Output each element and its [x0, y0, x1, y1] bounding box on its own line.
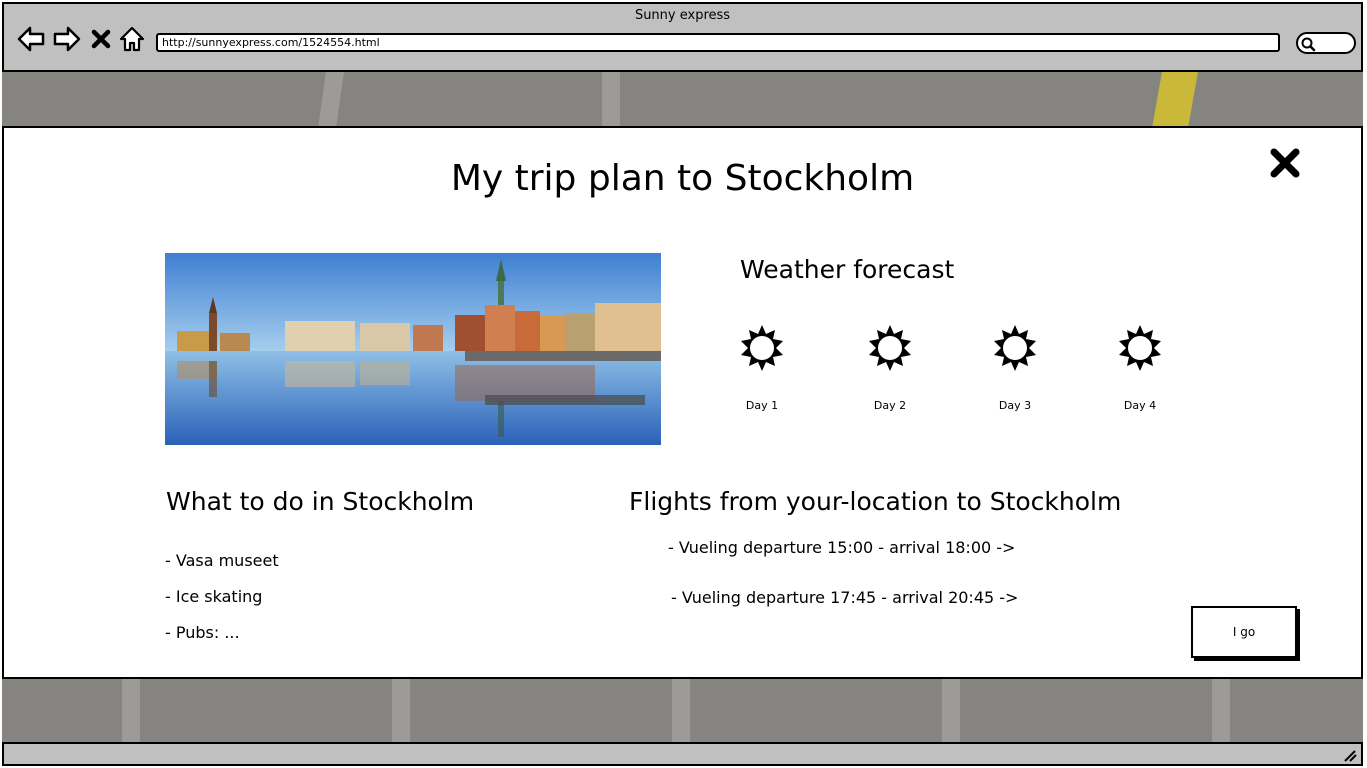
backdrop-stripe	[122, 678, 140, 742]
todo-item: - Vasa museet	[165, 551, 279, 570]
day-label: Day 4	[1123, 399, 1157, 412]
backdrop-stripe	[1212, 678, 1230, 742]
resize-grip-icon[interactable]	[1341, 748, 1357, 762]
day-label: Day 2	[873, 399, 907, 412]
flight-option-1[interactable]: - Vueling departure 15:00 - arrival 18:0…	[668, 538, 1015, 557]
backdrop-stripe-yellow	[1152, 72, 1198, 128]
sun-icon	[869, 325, 911, 371]
forecast-day-2: Day 2	[860, 323, 920, 412]
backdrop-stripe	[672, 678, 690, 742]
backdrop-stripe	[602, 72, 620, 128]
flights-heading: Flights from your-location to Stockholm	[629, 487, 1122, 516]
sun-icon	[1119, 325, 1161, 371]
forecast-day-1: Day 1	[732, 323, 792, 412]
backdrop-stripe	[318, 72, 344, 128]
home-icon[interactable]	[118, 24, 146, 54]
trip-plan-modal: My trip plan to Stockholm Weather foreca…	[2, 126, 1363, 679]
backdrop-stripe	[392, 678, 410, 742]
stop-x-icon[interactable]	[90, 24, 112, 54]
i-go-button[interactable]: I go	[1191, 606, 1297, 658]
back-arrow-icon[interactable]	[16, 24, 46, 54]
flight-option-2[interactable]: - Vueling departure 17:45 - arrival 20:4…	[671, 588, 1018, 607]
weather-heading: Weather forecast	[740, 255, 955, 284]
forward-arrow-icon[interactable]	[52, 24, 82, 54]
todo-item: - Pubs: ...	[165, 623, 240, 642]
search-icon	[1301, 37, 1316, 52]
browser-window: Sunny express http://sunnyexpress.com/15…	[0, 0, 1367, 768]
url-input[interactable]: http://sunnyexpress.com/1524554.html	[156, 33, 1280, 52]
forecast-day-3: Day 3	[985, 323, 1045, 412]
backdrop-stripe	[942, 678, 960, 742]
sun-icon	[994, 325, 1036, 371]
day-label: Day 3	[998, 399, 1032, 412]
stockholm-panorama-photo	[165, 253, 661, 445]
day-label: Day 1	[745, 399, 779, 412]
modal-title: My trip plan to Stockholm	[450, 158, 915, 199]
todo-item: - Ice skating	[165, 587, 263, 606]
forecast-day-4: Day 4	[1110, 323, 1170, 412]
status-bar	[2, 742, 1363, 766]
search-field[interactable]	[1296, 32, 1356, 54]
window-title: Sunny express	[634, 8, 731, 23]
sun-icon	[741, 325, 783, 371]
browser-toolbar: Sunny express http://sunnyexpress.com/15…	[2, 2, 1363, 72]
todo-heading: What to do in Stockholm	[166, 487, 475, 516]
